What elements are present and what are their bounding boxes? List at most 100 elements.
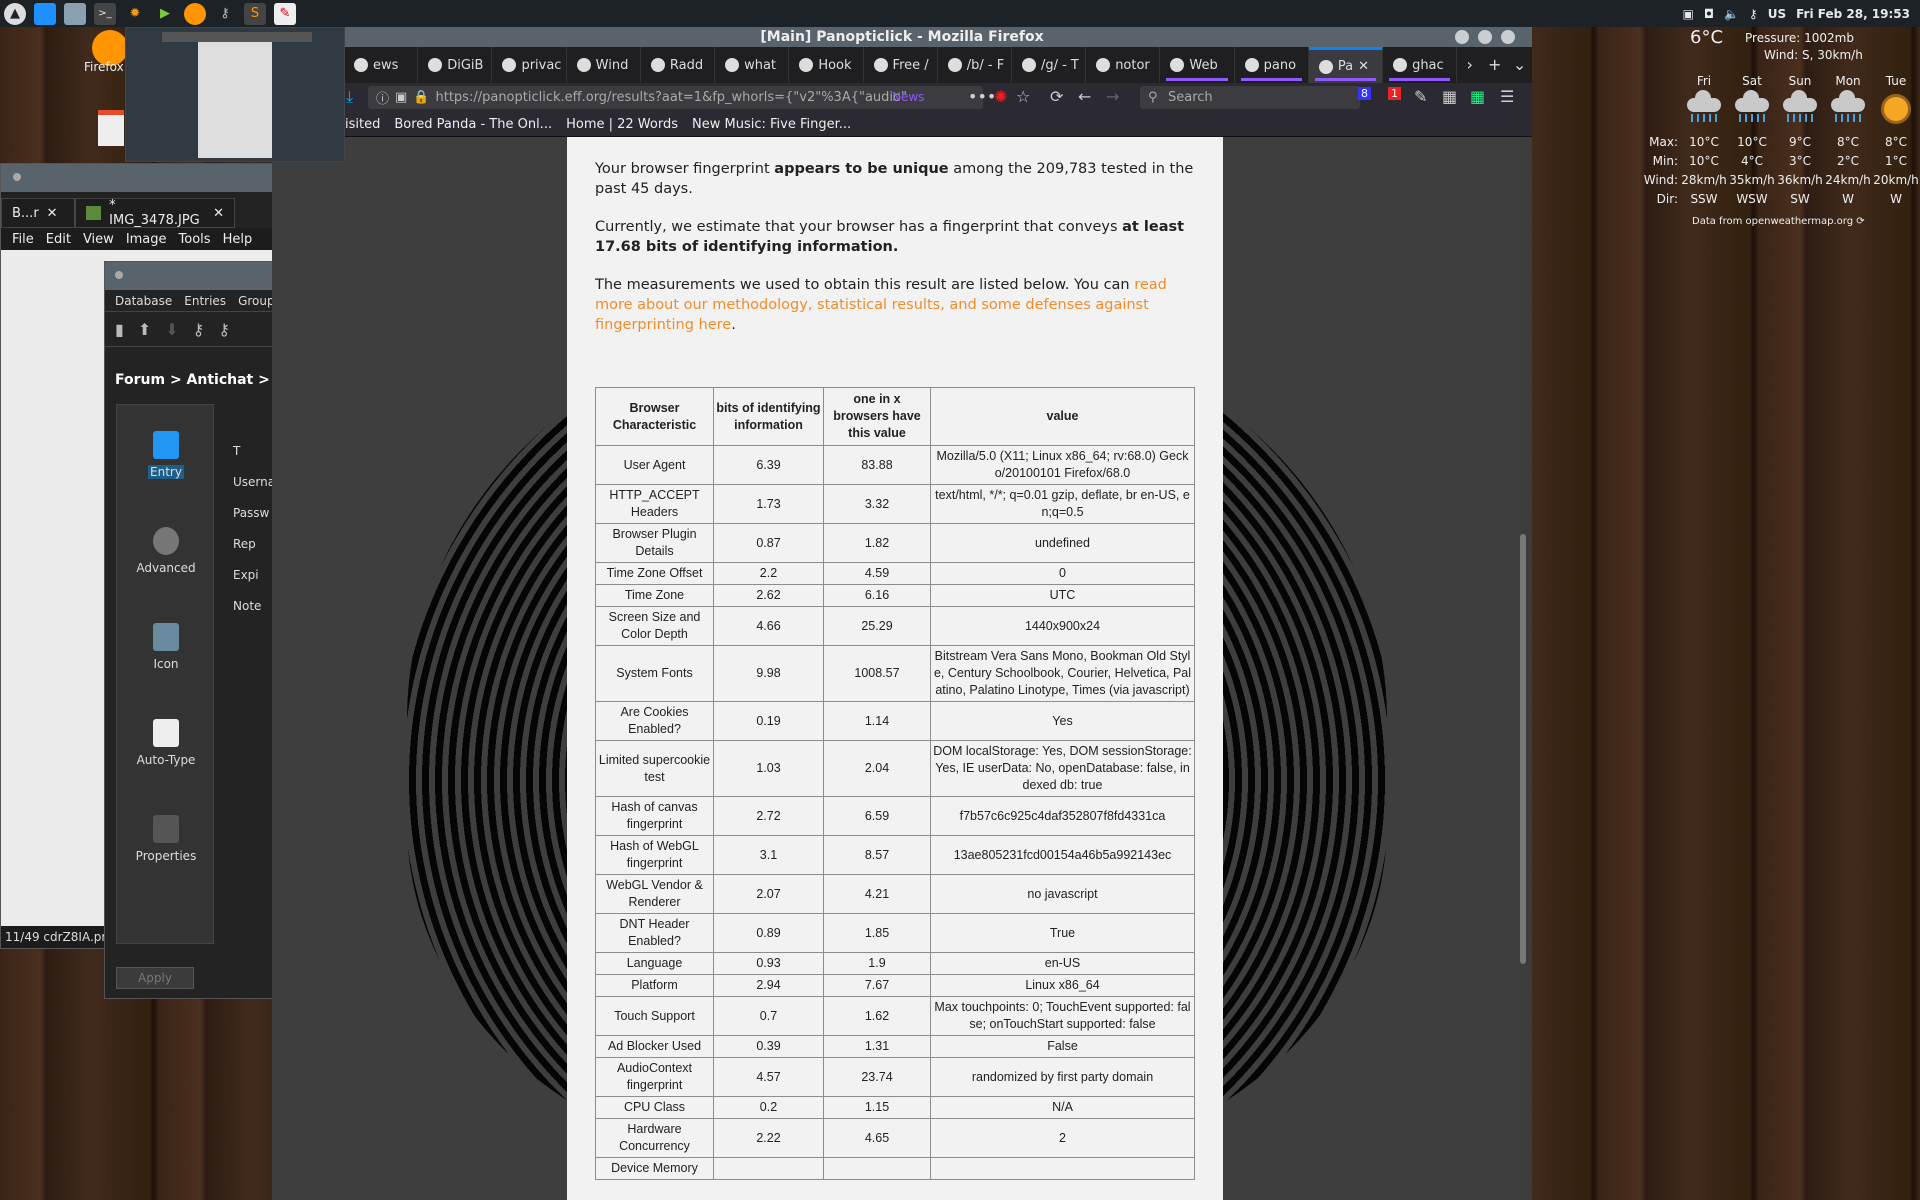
key-edit-icon[interactable]: ⚷: [218, 320, 230, 339]
tab-preview-thumbnail[interactable]: [125, 27, 345, 162]
browser-tab[interactable]: /g/ - T: [1012, 47, 1087, 83]
reload-icon[interactable]: ⟳: [1050, 87, 1063, 106]
viewer-tab[interactable]: * IMG_3478.JPG ✕: [75, 198, 235, 228]
field-label[interactable]: Note: [233, 591, 273, 622]
files-icon[interactable]: [64, 2, 86, 25]
window-button-icon[interactable]: [13, 173, 21, 181]
browser-tab[interactable]: /b/ - F: [938, 47, 1012, 83]
title-bar[interactable]: [1, 164, 279, 192]
menu-view[interactable]: View: [83, 232, 114, 247]
menu-image[interactable]: Image: [126, 232, 167, 247]
section-auto-type[interactable]: Auto-Type: [117, 719, 215, 767]
extension-icon[interactable]: ✎: [1414, 87, 1427, 106]
browser-tab[interactable]: DiGiB: [418, 47, 493, 83]
browser-tab[interactable]: Hook: [789, 47, 864, 83]
scrollbar[interactable]: [1520, 139, 1528, 1200]
new-database-icon[interactable]: ▮: [115, 320, 124, 339]
extension-badge[interactable]: 8: [1358, 87, 1371, 100]
tab-scroll-icon[interactable]: ›: [1457, 47, 1482, 83]
display-icon[interactable]: ◘: [1704, 7, 1714, 21]
url-text[interactable]: https://panopticlick.eff.org/results?aat…: [436, 90, 907, 105]
extension-badge[interactable]: 1: [1388, 87, 1401, 100]
field-label[interactable]: Expi: [233, 560, 273, 591]
back-icon[interactable]: ←: [1078, 87, 1091, 106]
gear-app-icon[interactable]: ✹: [124, 3, 146, 25]
menu-icon[interactable]: ☰: [1500, 87, 1514, 106]
html-file-icon[interactable]: [98, 110, 124, 146]
new-tab-icon[interactable]: +: [1482, 47, 1507, 83]
url-bar[interactable]: ⓘ ▣ 🔒 https://panopticlick.eff.org/results…: [368, 86, 983, 109]
browser-tab[interactable]: privac: [492, 47, 567, 83]
containers-icon[interactable]: ▦: [1470, 87, 1485, 106]
menu-tools[interactable]: Tools: [179, 232, 211, 247]
browser-tab[interactable]: Pa ✕: [1308, 47, 1384, 83]
section-icon[interactable]: Icon: [117, 623, 215, 671]
minimize-button[interactable]: [1455, 30, 1469, 44]
arch-logo-icon[interactable]: ▲: [4, 2, 26, 25]
grid-icon[interactable]: ▦: [1442, 87, 1457, 106]
browser-tab[interactable]: what: [715, 47, 790, 83]
menu-groups[interactable]: Groups: [238, 294, 273, 308]
browser-tab[interactable]: Web: [1160, 47, 1235, 83]
browser-tab[interactable]: Wind: [567, 47, 641, 83]
close-button[interactable]: [1501, 30, 1515, 44]
volume-icon[interactable]: 🔈: [1724, 7, 1739, 21]
bookmark-star-icon[interactable]: ☆: [1016, 87, 1030, 106]
download-icon[interactable]: ⬇: [165, 320, 178, 339]
browser-tab[interactable]: pano: [1235, 47, 1309, 83]
permissions-icon[interactable]: ▣: [395, 90, 407, 105]
bookmark[interactable]: New Music: Five Finger...: [692, 117, 851, 132]
pocket-icon[interactable]: ✺: [994, 87, 1007, 106]
download-icon[interactable]: ⤓: [346, 87, 353, 107]
key-icon[interactable]: ⚷: [1749, 7, 1758, 21]
window-button-icon[interactable]: [115, 271, 123, 279]
browser-tab[interactable]: ghac: [1383, 47, 1458, 83]
close-tab-icon[interactable]: ✕: [1358, 59, 1369, 74]
play-icon[interactable]: ▶: [154, 3, 176, 25]
browser-tab[interactable]: notor: [1086, 47, 1161, 83]
firefox-desktop-label[interactable]: Firefox: [84, 60, 124, 74]
menu-help[interactable]: Help: [223, 232, 253, 247]
close-icon[interactable]: ✕: [47, 206, 58, 221]
bookmark[interactable]: isited: [345, 117, 380, 132]
search-input[interactable]: ⚲ Search: [1140, 86, 1360, 109]
sublime-icon[interactable]: S: [244, 2, 266, 25]
bits-cell: 0.7: [713, 996, 824, 1036]
keys-icon[interactable]: ⚷: [214, 3, 236, 25]
screenshot-icon[interactable]: ▣: [1683, 7, 1694, 21]
menu-file[interactable]: File: [12, 232, 34, 247]
bookmark[interactable]: Bored Panda - The Onl...: [394, 117, 552, 132]
keyboard-layout[interactable]: US: [1768, 7, 1786, 21]
menu-edit[interactable]: Edit: [46, 232, 71, 247]
section-properties[interactable]: Properties: [117, 815, 215, 863]
firefox-icon[interactable]: [184, 2, 206, 25]
apply-button[interactable]: Apply: [116, 967, 194, 989]
terminal-icon[interactable]: >_: [94, 2, 116, 25]
scrollbar-thumb[interactable]: [1520, 534, 1526, 964]
browser-tab[interactable]: ews: [344, 47, 419, 83]
refresh-icon[interactable]: ⟳: [1856, 216, 1864, 227]
title-bar[interactable]: [105, 262, 273, 290]
close-icon[interactable]: ✕: [213, 206, 224, 221]
news-label[interactable]: News: [892, 90, 924, 104]
browser-tab[interactable]: Radd: [641, 47, 716, 83]
forward-icon[interactable]: →: [1106, 87, 1119, 106]
section-entry[interactable]: Entry: [117, 431, 215, 479]
viewer-tab[interactable]: B...r ✕: [1, 198, 75, 228]
key-add-icon[interactable]: ⚷: [193, 320, 205, 339]
tab-list-icon[interactable]: ⌄: [1507, 47, 1532, 83]
desktop-icon[interactable]: [34, 2, 56, 25]
clock[interactable]: Fri Feb 28, 19:53: [1796, 7, 1910, 21]
maximize-button[interactable]: [1478, 30, 1492, 44]
browser-tab[interactable]: Free /: [864, 47, 938, 83]
info-icon[interactable]: ⓘ: [376, 88, 389, 107]
min-label: Min:: [1652, 154, 1678, 168]
bookmark[interactable]: Home | 22 Words: [566, 117, 678, 132]
one-in-x-cell: 1008.57: [823, 645, 931, 702]
document-icon[interactable]: ✎: [274, 2, 296, 25]
menu-entries[interactable]: Entries: [184, 294, 226, 308]
more-actions-icon[interactable]: •••: [968, 87, 996, 106]
upload-icon[interactable]: ⬆: [138, 320, 151, 339]
section-advanced[interactable]: Advanced: [117, 527, 215, 575]
menu-database[interactable]: Database: [115, 294, 172, 308]
